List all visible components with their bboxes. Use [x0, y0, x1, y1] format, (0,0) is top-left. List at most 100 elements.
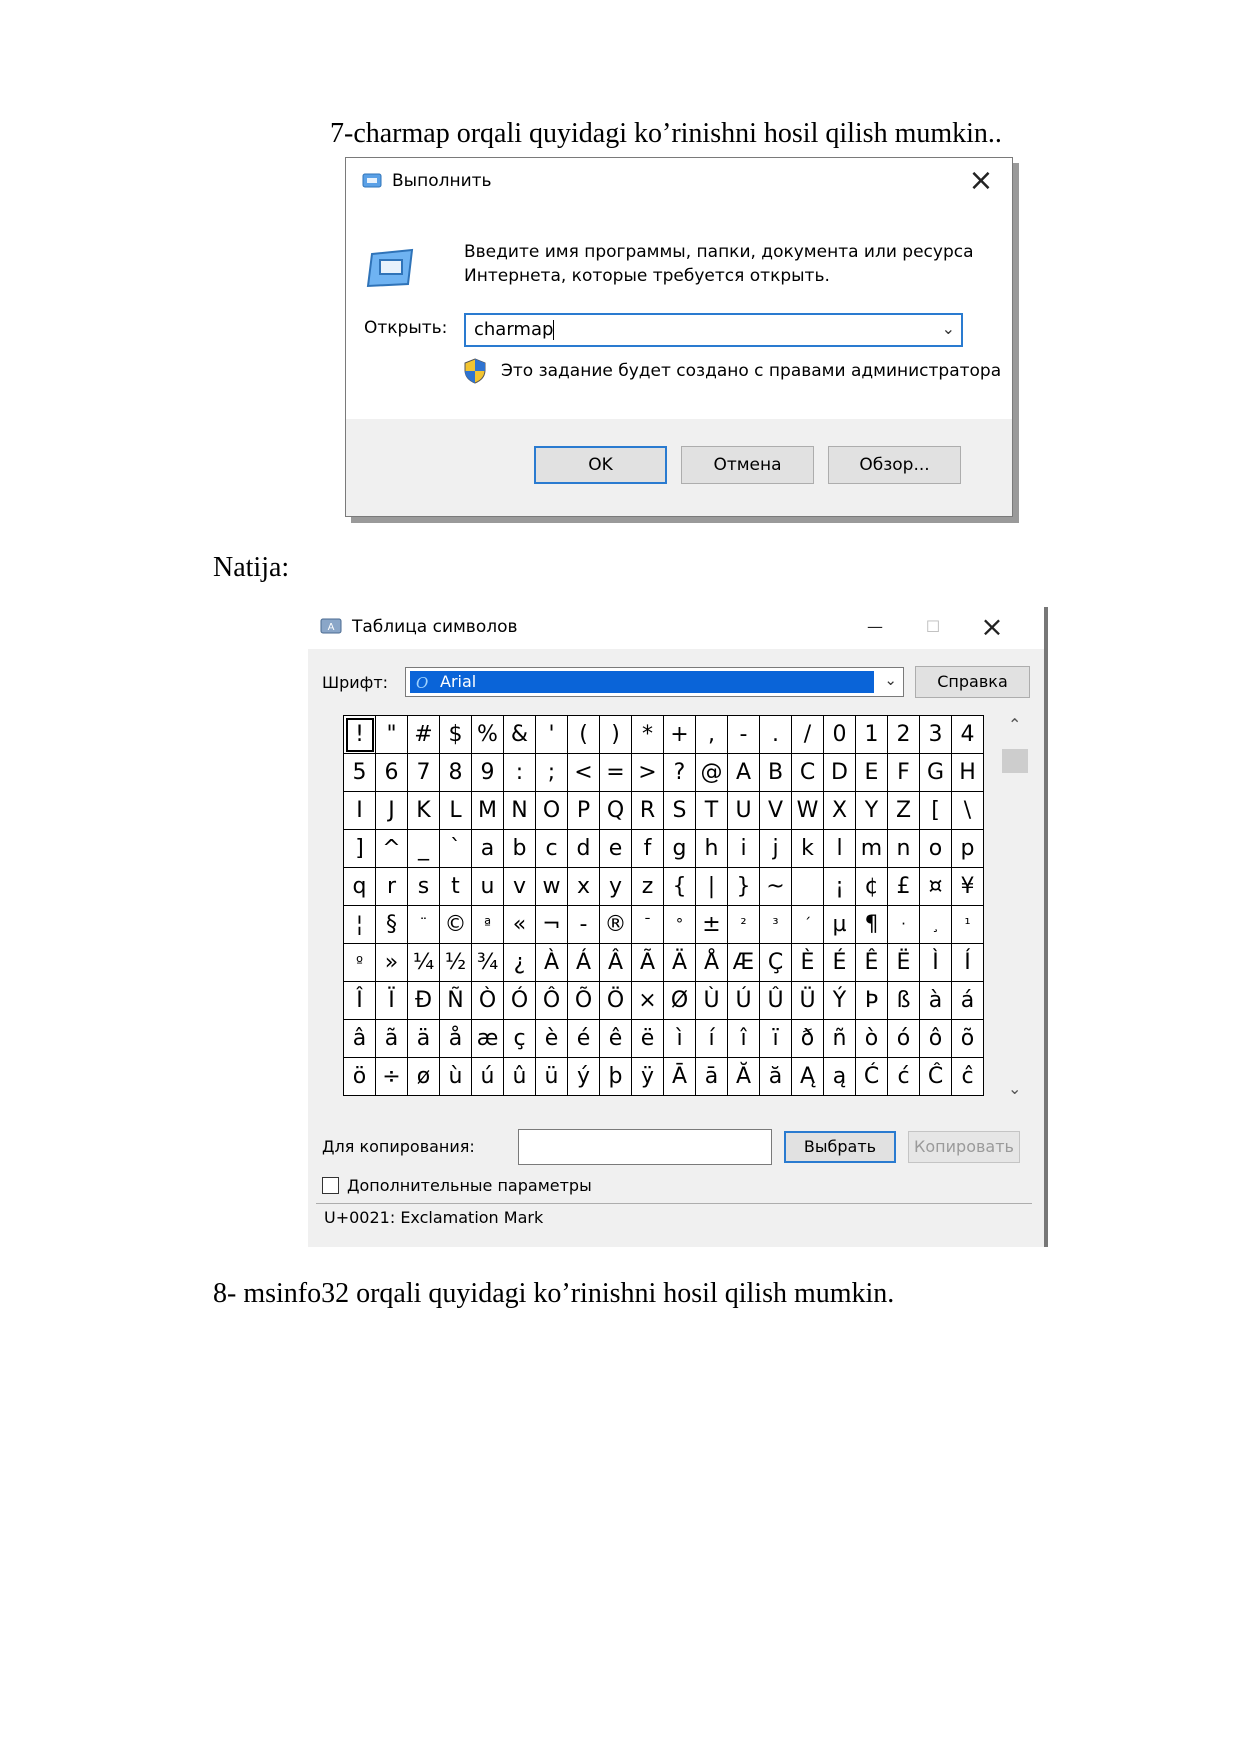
char-cell[interactable]: ~: [759, 867, 792, 906]
char-cell[interactable]: ×: [631, 981, 664, 1020]
char-cell[interactable]: ¹: [951, 905, 984, 944]
char-cell[interactable]: ¬: [535, 905, 568, 944]
cancel-button[interactable]: Отмена: [681, 446, 814, 484]
char-cell[interactable]: Á: [567, 943, 600, 982]
char-cell[interactable]: é: [567, 1019, 600, 1058]
char-cell[interactable]: N: [503, 791, 536, 830]
char-cell[interactable]: F: [887, 753, 920, 792]
char-cell[interactable]: -: [727, 715, 760, 754]
char-cell[interactable]: Ç: [759, 943, 792, 982]
char-cell[interactable]: ß: [887, 981, 920, 1020]
char-cell[interactable]: Ð: [407, 981, 440, 1020]
char-cell[interactable]: Y: [855, 791, 888, 830]
char-cell[interactable]: m: [855, 829, 888, 868]
char-cell[interactable]: ø: [407, 1057, 440, 1096]
char-cell[interactable]: «: [503, 905, 536, 944]
char-cell[interactable]: ³: [759, 905, 792, 944]
help-button[interactable]: Справка: [915, 666, 1030, 698]
char-cell[interactable]: è: [535, 1019, 568, 1058]
char-cell[interactable]: ê: [599, 1019, 632, 1058]
char-cell[interactable]: Ä: [663, 943, 696, 982]
char-cell[interactable]: ¼: [407, 943, 440, 982]
char-cell[interactable]: ą: [823, 1057, 856, 1096]
char-cell[interactable]: O: [535, 791, 568, 830]
char-cell[interactable]: %: [471, 715, 504, 754]
char-cell[interactable]: J: [375, 791, 408, 830]
char-cell[interactable]: i: [727, 829, 760, 868]
char-cell[interactable]: Õ: [567, 981, 600, 1020]
char-cell[interactable]: u: [471, 867, 504, 906]
char-cell[interactable]: Ô: [535, 981, 568, 1020]
char-cell[interactable]: 4: [951, 715, 984, 754]
char-cell[interactable]: Ć: [855, 1057, 888, 1096]
char-cell[interactable]: Ú: [727, 981, 760, 1020]
char-cell[interactable]: ú: [471, 1057, 504, 1096]
char-cell[interactable]: ã: [375, 1019, 408, 1058]
char-cell[interactable]: Ĉ: [919, 1057, 952, 1096]
char-cell[interactable]: Æ: [727, 943, 760, 982]
char-cell[interactable]: º: [343, 943, 376, 982]
char-cell[interactable]: ): [599, 715, 632, 754]
char-cell[interactable]: Þ: [855, 981, 888, 1020]
char-cell[interactable]: ç: [503, 1019, 536, 1058]
char-cell[interactable]: ā: [695, 1057, 728, 1096]
scroll-thumb[interactable]: [1002, 749, 1028, 773]
char-cell[interactable]: $: [439, 715, 472, 754]
char-cell[interactable]: ù: [439, 1057, 472, 1096]
char-cell[interactable]: ^: [375, 829, 408, 868]
char-cell[interactable]: ì: [663, 1019, 696, 1058]
char-cell[interactable]: =: [599, 753, 632, 792]
char-cell[interactable]: ð: [791, 1019, 824, 1058]
char-cell[interactable]: ¡: [823, 867, 856, 906]
char-cell[interactable]: Û: [759, 981, 792, 1020]
char-cell[interactable]: ¾: [471, 943, 504, 982]
char-cell[interactable]: É: [823, 943, 856, 982]
char-cell[interactable]: þ: [599, 1057, 632, 1096]
char-cell[interactable]: I: [343, 791, 376, 830]
char-cell[interactable]: ï: [759, 1019, 792, 1058]
char-cell[interactable]: ;: [535, 753, 568, 792]
char-cell[interactable]: ¥: [951, 867, 984, 906]
copy-input[interactable]: [518, 1129, 772, 1165]
char-cell[interactable]: c: [535, 829, 568, 868]
char-cell[interactable]: ĉ: [951, 1057, 984, 1096]
char-cell[interactable]: Â: [599, 943, 632, 982]
font-select[interactable]: O Arial ⌄: [405, 667, 904, 697]
char-cell[interactable]: Ë: [887, 943, 920, 982]
char-cell[interactable]: ª: [471, 905, 504, 944]
char-cell[interactable]: Ö: [599, 981, 632, 1020]
char-cell[interactable]: Z: [887, 791, 920, 830]
char-cell[interactable]: M: [471, 791, 504, 830]
char-cell[interactable]: Q: [599, 791, 632, 830]
char-cell[interactable]: o: [919, 829, 952, 868]
char-cell[interactable]: Î: [343, 981, 376, 1020]
char-cell[interactable]: L: [439, 791, 472, 830]
char-cell[interactable]: ¯: [631, 905, 664, 944]
char-cell[interactable]: U: [727, 791, 760, 830]
char-cell[interactable]: 7: [407, 753, 440, 792]
char-cell[interactable]: P: [567, 791, 600, 830]
char-cell[interactable]: ®: [599, 905, 632, 944]
char-cell[interactable]: v: [503, 867, 536, 906]
char-cell[interactable]: [: [919, 791, 952, 830]
char-cell[interactable]: ½: [439, 943, 472, 982]
char-cell[interactable]: Ò: [471, 981, 504, 1020]
char-cell[interactable]: ô: [919, 1019, 952, 1058]
char-cell[interactable]: !: [343, 715, 376, 754]
char-cell[interactable]: ÿ: [631, 1057, 664, 1096]
char-cell[interactable]: A: [727, 753, 760, 792]
char-cell[interactable]: y: [599, 867, 632, 906]
char-cell[interactable]: ¤: [919, 867, 952, 906]
open-input[interactable]: charmap ⌄: [464, 313, 963, 347]
char-cell[interactable]: D: [823, 753, 856, 792]
char-cell[interactable]: §: [375, 905, 408, 944]
char-cell[interactable]: 6: [375, 753, 408, 792]
char-cell[interactable]: Ñ: [439, 981, 472, 1020]
char-cell[interactable]: ¸: [919, 905, 952, 944]
char-cell[interactable]: ñ: [823, 1019, 856, 1058]
char-cell[interactable]: ý: [567, 1057, 600, 1096]
browse-button[interactable]: Обзор...: [828, 446, 961, 484]
chevron-down-icon[interactable]: ⌄: [884, 671, 897, 689]
scroll-up-icon[interactable]: ⌃: [1008, 715, 1021, 734]
char-cell[interactable]: Ý: [823, 981, 856, 1020]
